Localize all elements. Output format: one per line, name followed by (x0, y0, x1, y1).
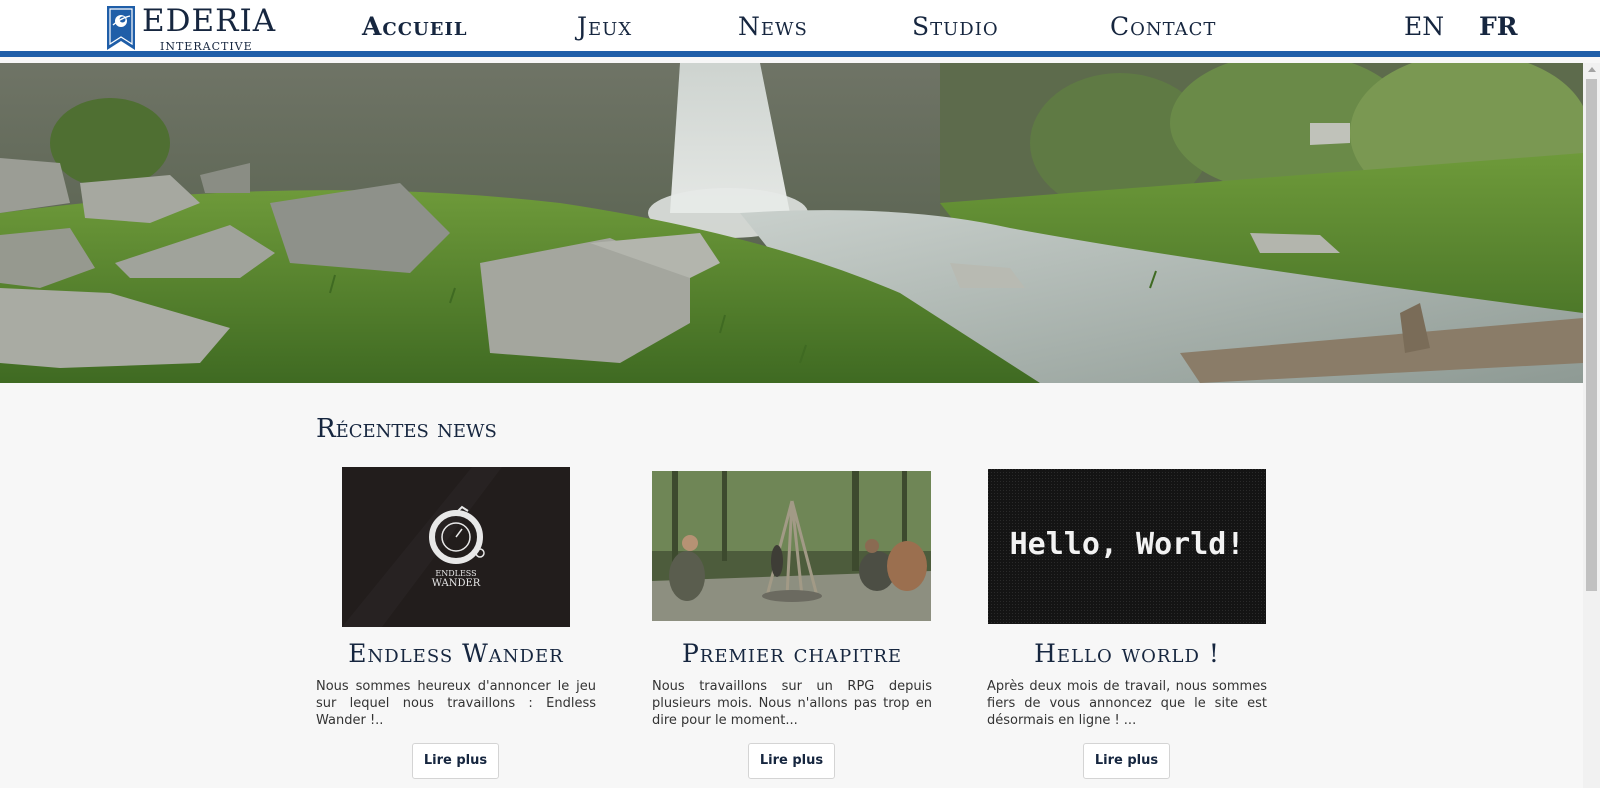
site-header: EDERIA Interactive Accueil Jeux News Stu… (0, 0, 1600, 57)
news-title-endless-wander[interactable]: Endless Wander (316, 638, 596, 670)
vertical-scrollbar[interactable] (1583, 63, 1600, 788)
news-text-endless-wander: Nous sommes heureux d'annoncer le jeu su… (316, 679, 596, 728)
banner-logo-icon (107, 6, 135, 50)
news-text-premier-chapitre: Nous travaillons sur un RPG depuis plusi… (652, 679, 932, 728)
recent-news-title: Récentes news (316, 414, 497, 444)
logo-name: EDERIA (142, 3, 277, 39)
language-fr[interactable]: FR (1479, 10, 1518, 44)
read-more-button-endless-wander[interactable]: Lire plus (412, 743, 499, 779)
news-image-endless-wander[interactable]: ENDLESS WANDER (342, 467, 570, 627)
endless-wander-image-caption-top: ENDLESS (435, 569, 476, 578)
nav-item-contact[interactable]: Contact (1110, 10, 1216, 44)
endless-wander-image-caption-bottom: WANDER (432, 578, 481, 589)
scroll-thumb[interactable] (1586, 79, 1597, 591)
news-image-premier-chapitre[interactable] (652, 471, 931, 621)
hero-banner-image (0, 63, 1583, 383)
language-en[interactable]: EN (1404, 10, 1444, 44)
site-logo[interactable]: EDERIA Interactive (106, 3, 277, 53)
read-more-button-hello-world[interactable]: Lire plus (1083, 743, 1170, 779)
news-title-premier-chapitre[interactable]: Premier chapitre (652, 638, 932, 670)
nav-item-studio[interactable]: Studio (912, 10, 999, 44)
scroll-up-arrow-icon[interactable] (1588, 67, 1596, 72)
news-text-hello-world: Après deux mois de travail, nous sommes … (987, 679, 1267, 728)
news-image-hello-world[interactable]: Hello, World! (988, 469, 1266, 624)
logo-subtitle: Interactive (160, 40, 253, 53)
nav-item-news[interactable]: News (738, 10, 808, 44)
hello-world-image-text: Hello, World! (1010, 527, 1245, 562)
nav-item-jeux[interactable]: Jeux (577, 10, 632, 44)
read-more-button-premier-chapitre[interactable]: Lire plus (748, 743, 835, 779)
nav-item-accueil[interactable]: Accueil (362, 10, 468, 44)
news-title-hello-world[interactable]: Hello world ! (987, 638, 1267, 670)
